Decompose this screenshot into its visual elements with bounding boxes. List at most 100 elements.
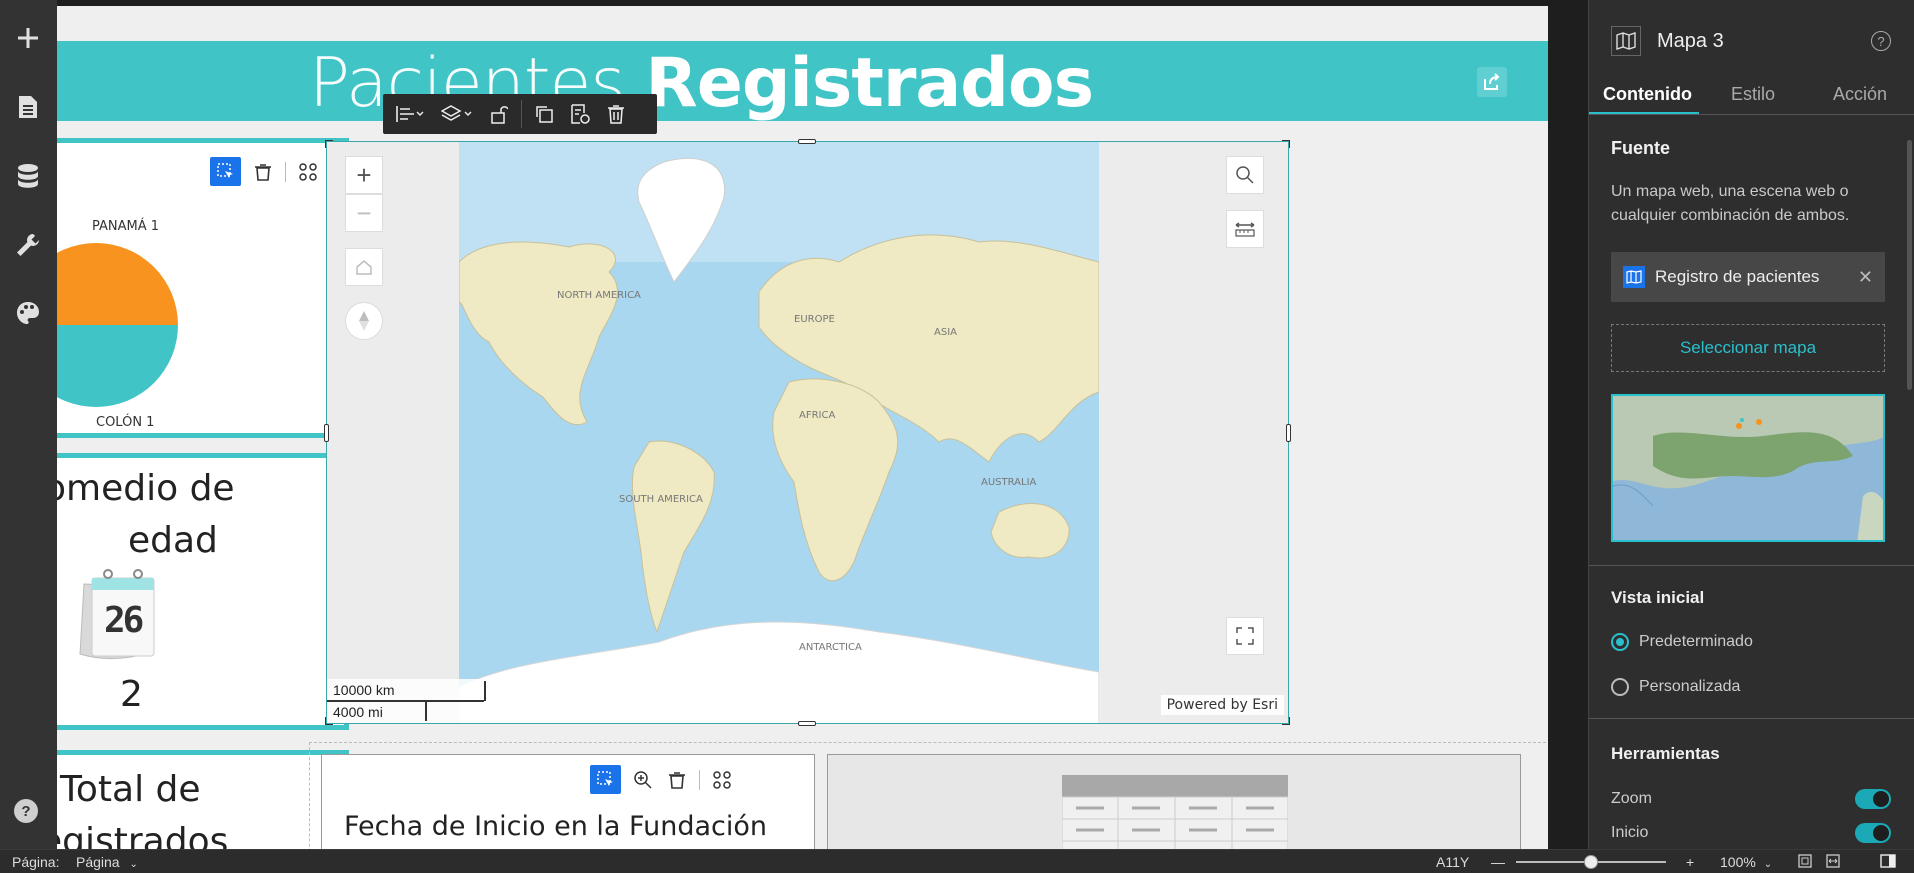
radio-personalizada[interactable]: Personalizada (1611, 678, 1740, 696)
tab-contenido[interactable]: Contenido (1603, 84, 1692, 105)
source-name: Registro de pacientes (1655, 267, 1820, 286)
zoom-out-icon[interactable]: — (1491, 854, 1505, 870)
toggle-switch[interactable] (1855, 823, 1891, 843)
map-view[interactable]: NORTH AMERICA SOUTH AMERICA EUROPE AFRIC… (327, 142, 1288, 723)
map-thumbnail[interactable] (1611, 394, 1885, 542)
herramientas-title: Herramientas (1611, 744, 1720, 763)
align-icon[interactable] (389, 98, 431, 130)
total-title-line1: Total de (60, 769, 201, 810)
save-template-icon[interactable] (564, 98, 596, 130)
unlock-icon[interactable] (483, 98, 515, 130)
pie-slice-colon (57, 325, 178, 407)
fit-width-icon[interactable] (1826, 854, 1840, 871)
layers-icon[interactable] (435, 98, 479, 130)
label-africa: AFRICA (799, 410, 835, 421)
resize-handle[interactable] (1282, 717, 1290, 725)
panel-header: Mapa 3 ? (1589, 0, 1914, 82)
scale-tick (484, 681, 486, 701)
label-south-america: SOUTH AMERICA (619, 494, 703, 505)
resize-handle-right[interactable] (1286, 424, 1291, 442)
measure-icon[interactable] (1226, 210, 1264, 248)
grid-icon[interactable] (710, 768, 734, 792)
zoom-slider-thumb[interactable] (1584, 855, 1598, 869)
scale-line (327, 700, 484, 702)
label-asia: ASIA (934, 327, 957, 338)
total-title-line2: egistrados (57, 821, 229, 849)
zoom-in-button[interactable]: + (345, 156, 383, 194)
radio-label: Personalizada (1639, 678, 1741, 695)
resize-handle-top[interactable] (798, 139, 816, 144)
table-widget-placeholder[interactable] (827, 754, 1521, 849)
tab-accion[interactable]: Acción (1833, 84, 1887, 105)
card-toolbar (210, 157, 320, 186)
search-icon[interactable] (1226, 156, 1264, 194)
home-button[interactable] (345, 248, 383, 286)
toolbar-separator (699, 769, 700, 790)
page-selector[interactable]: Página ⌄ (76, 854, 138, 870)
zoom-in-icon[interactable]: + (1686, 854, 1694, 870)
resize-handle[interactable] (1282, 140, 1290, 148)
scale-mi: 4000 mi (333, 704, 383, 720)
left-toolbar: ? (0, 0, 57, 849)
clear-selection-icon[interactable] (665, 768, 689, 792)
toggle-label: Inicio (1611, 824, 1649, 841)
world-map[interactable]: NORTH AMERICA SOUTH AMERICA EUROPE AFRIC… (459, 142, 1099, 723)
pie-label-colon: COLÓN 1 (96, 415, 155, 430)
toggle-zoom[interactable]: Zoom (1611, 789, 1891, 809)
widget-toolbar (383, 94, 657, 134)
add-icon[interactable] (12, 22, 44, 54)
fullscreen-icon[interactable] (1226, 617, 1264, 655)
app-page: Pacientes Registrados PANAMÁ 1 COLÓN 1 o… (57, 0, 1548, 849)
compass-button[interactable] (345, 302, 383, 340)
page-icon[interactable] (12, 91, 44, 123)
help-icon[interactable]: ? (14, 799, 38, 823)
tab-estilo[interactable]: Estilo (1731, 84, 1775, 105)
section-divider (1589, 565, 1914, 566)
grid-icon[interactable] (296, 160, 320, 184)
toggle-switch[interactable] (1855, 789, 1891, 809)
panel-toggle-icon[interactable] (1880, 854, 1896, 871)
zoom-level[interactable]: 100% ⌄ (1720, 854, 1772, 870)
select-icon[interactable] (590, 765, 621, 794)
start-date-card[interactable]: Fecha de Inicio en la Fundación (321, 754, 815, 849)
builder-canvas: Pacientes Registrados PANAMÁ 1 COLÓN 1 o… (57, 0, 1588, 849)
share-icon[interactable] (1477, 67, 1507, 97)
delete-icon[interactable] (600, 98, 632, 130)
section-divider (1589, 718, 1914, 719)
clear-selection-icon[interactable] (251, 160, 275, 184)
remove-source-icon[interactable]: ✕ (1858, 267, 1873, 288)
source-item[interactable]: Registro de pacientes ✕ (1611, 252, 1885, 302)
map-widget[interactable]: NORTH AMERICA SOUTH AMERICA EUROPE AFRIC… (324, 139, 1291, 726)
palette-icon[interactable] (12, 297, 44, 329)
label-antarctica: ANTARCTICA (799, 642, 862, 653)
select-icon[interactable] (210, 157, 241, 186)
device-indicator[interactable]: A11Y (1436, 854, 1469, 870)
pie-chart-card[interactable]: PANAMÁ 1 COLÓN 1 (57, 138, 349, 438)
webmap-icon (1623, 266, 1645, 288)
toolbar-separator (521, 100, 522, 128)
zoom-out-button[interactable]: − (345, 194, 383, 232)
resize-handle-bottom[interactable] (798, 721, 816, 726)
wrench-icon[interactable] (12, 229, 44, 261)
card-toolbar (590, 765, 734, 794)
zoom-to-icon[interactable] (631, 768, 655, 792)
radio-button-off[interactable] (1611, 678, 1629, 696)
map-icon (1611, 26, 1641, 56)
data-icon[interactable] (12, 160, 44, 192)
resize-handle[interactable] (325, 140, 333, 148)
average-age-card[interactable]: omedio de edad 26 2 (57, 453, 349, 730)
map-attribution[interactable]: Powered by Esri (1160, 695, 1284, 715)
duplicate-icon[interactable] (528, 98, 560, 130)
fit-page-icon[interactable] (1798, 854, 1812, 871)
help-icon[interactable]: ? (1871, 31, 1891, 51)
total-registered-card[interactable]: Total de egistrados (57, 750, 349, 849)
resize-handle-left[interactable] (324, 424, 329, 442)
select-map-button[interactable]: Seleccionar mapa (1611, 324, 1885, 372)
pie-chart (57, 243, 178, 407)
radio-button-on[interactable] (1611, 633, 1629, 651)
label-australia: AUSTRALIA (981, 477, 1037, 488)
toggle-inicio[interactable]: Inicio (1611, 823, 1891, 843)
radio-predeterminado[interactable]: Predeterminado (1611, 633, 1753, 651)
resize-handle[interactable] (325, 717, 333, 725)
panel-scrollbar[interactable] (1907, 140, 1912, 390)
